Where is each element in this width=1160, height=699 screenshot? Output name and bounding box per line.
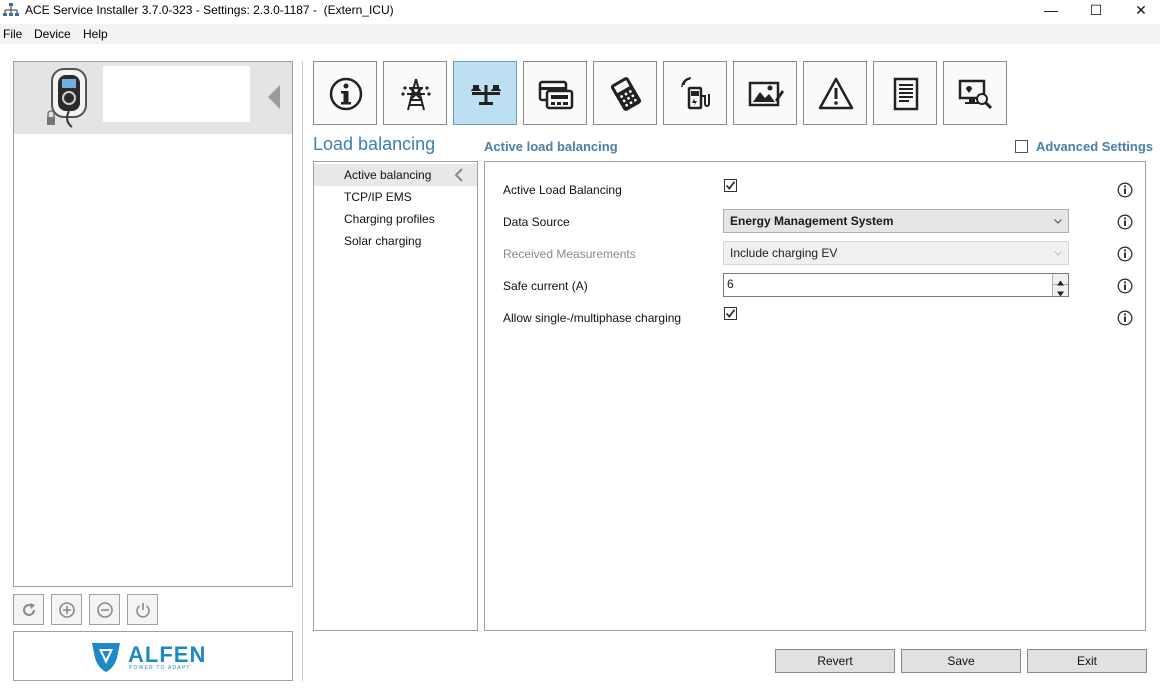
payment-terminal-icon [610, 77, 642, 111]
settings-form: Active Load Balancing Data Source Energy… [484, 161, 1146, 631]
ev-charger-wireless-icon [681, 77, 710, 110]
document-icon [893, 77, 919, 111]
tab-connectivity[interactable] [663, 61, 727, 125]
add-device-button[interactable] [51, 594, 82, 625]
window-title: ACE Service Installer 3.7.0-323 - Settin… [25, 3, 394, 17]
subnav-item-charging-profiles[interactable]: Charging profiles [314, 208, 477, 230]
plus-circle-icon [59, 602, 75, 618]
subnav-item-solar-charging[interactable]: Solar charging [314, 230, 477, 252]
safe-current-input[interactable]: 6 [723, 273, 1069, 297]
subnav-item-label: Charging profiles [344, 212, 435, 226]
ev-charger-icon [47, 68, 87, 128]
active-load-balancing-checkbox[interactable] [724, 179, 737, 192]
title-bar: ACE Service Installer 3.7.0-323 - Settin… [0, 0, 1160, 22]
data-source-label: Data Source [503, 215, 570, 229]
subnav-panel: Active balancing TCP/IP EMS Charging pro… [313, 161, 478, 631]
refresh-icon [23, 603, 35, 616]
revert-button[interactable]: Revert [775, 649, 895, 673]
device-list-panel [13, 61, 293, 587]
save-button[interactable]: Save [901, 649, 1021, 673]
card-reader-icon [538, 80, 574, 110]
close-button[interactable]: ✕ [1118, 0, 1160, 22]
info-icon[interactable] [1117, 310, 1133, 326]
refresh-button[interactable] [13, 594, 44, 625]
device-list-item[interactable] [14, 62, 292, 134]
app-network-icon [3, 3, 19, 16]
info-icon [329, 77, 363, 111]
panel-title: Active load balancing [484, 139, 618, 154]
section-title: Load balancing [313, 134, 436, 154]
power-pylon-icon [401, 78, 431, 111]
info-icon[interactable] [1117, 182, 1133, 198]
data-source-select[interactable]: Energy Management System [723, 209, 1069, 233]
tab-diagnostics[interactable] [943, 61, 1007, 125]
image-edit-icon [748, 81, 784, 107]
chevron-down-icon [1054, 219, 1062, 224]
tab-payment[interactable] [593, 61, 657, 125]
received-measurements-select: Include charging EV [723, 241, 1069, 265]
received-measurements-label: Received Measurements [503, 247, 636, 261]
tab-card-reader[interactable] [523, 61, 587, 125]
allow-phase-charging-checkbox[interactable] [724, 307, 737, 320]
active-load-balancing-label: Active Load Balancing [503, 183, 622, 197]
minus-circle-icon [97, 602, 113, 618]
remove-device-button[interactable] [89, 594, 120, 625]
tab-display[interactable] [733, 61, 797, 125]
chevron-down-icon [1054, 251, 1062, 256]
panel-divider [302, 61, 303, 681]
menu-file[interactable]: File [3, 27, 22, 41]
subnav-item-label: Solar charging [344, 234, 422, 248]
maximize-button[interactable]: ☐ [1073, 0, 1119, 22]
advanced-settings-checkbox[interactable] [1015, 140, 1028, 153]
monitor-diagnostics-icon [958, 79, 993, 110]
minimize-button[interactable]: — [1028, 0, 1074, 22]
subnav-item-active-balancing[interactable]: Active balancing [314, 164, 477, 186]
info-icon[interactable] [1117, 246, 1133, 262]
info-icon[interactable] [1117, 278, 1133, 294]
scale-balance-icon [471, 85, 501, 105]
allow-phase-charging-label: Allow single-/multiphase charging [503, 311, 682, 325]
subnav-item-tcpip-ems[interactable]: TCP/IP EMS [314, 186, 477, 208]
data-source-value: Energy Management System [730, 214, 894, 228]
subnav-item-label: Active balancing [344, 168, 432, 182]
collapse-chevron-icon[interactable] [266, 84, 282, 110]
tab-logs[interactable] [873, 61, 937, 125]
menu-device[interactable]: Device [34, 27, 71, 41]
received-measurements-value: Include charging EV [730, 246, 838, 260]
exit-button[interactable]: Exit [1027, 649, 1147, 673]
device-name-box [103, 66, 250, 122]
stepper-down-button[interactable] [1053, 285, 1068, 297]
safe-current-stepper [1052, 274, 1068, 297]
tab-load-balancing[interactable] [453, 61, 517, 125]
chevron-left-icon [454, 168, 463, 182]
safe-current-value: 6 [727, 277, 734, 291]
checkmark-icon [725, 181, 736, 190]
menu-bar: File Device Help [0, 24, 1160, 44]
power-button[interactable] [127, 594, 158, 625]
warning-icon [818, 77, 854, 110]
info-icon[interactable] [1117, 214, 1133, 230]
brand-logo-box: ALFEN POWER TO ADAPT [13, 631, 293, 681]
tab-grid[interactable] [383, 61, 447, 125]
advanced-settings-label[interactable]: Advanced Settings [1036, 139, 1153, 154]
safe-current-label: Safe current (A) [503, 279, 588, 293]
logo-tagline: POWER TO ADAPT [129, 665, 191, 671]
stepper-up-button[interactable] [1053, 274, 1068, 286]
menu-help[interactable]: Help [83, 27, 108, 41]
checkmark-icon [725, 309, 736, 318]
tab-errors[interactable] [803, 61, 867, 125]
power-icon [136, 603, 150, 618]
tab-info[interactable] [313, 61, 377, 125]
alfen-shield-icon [92, 643, 120, 672]
subnav-item-label: TCP/IP EMS [344, 190, 412, 204]
arrow-down-icon [1057, 291, 1064, 297]
